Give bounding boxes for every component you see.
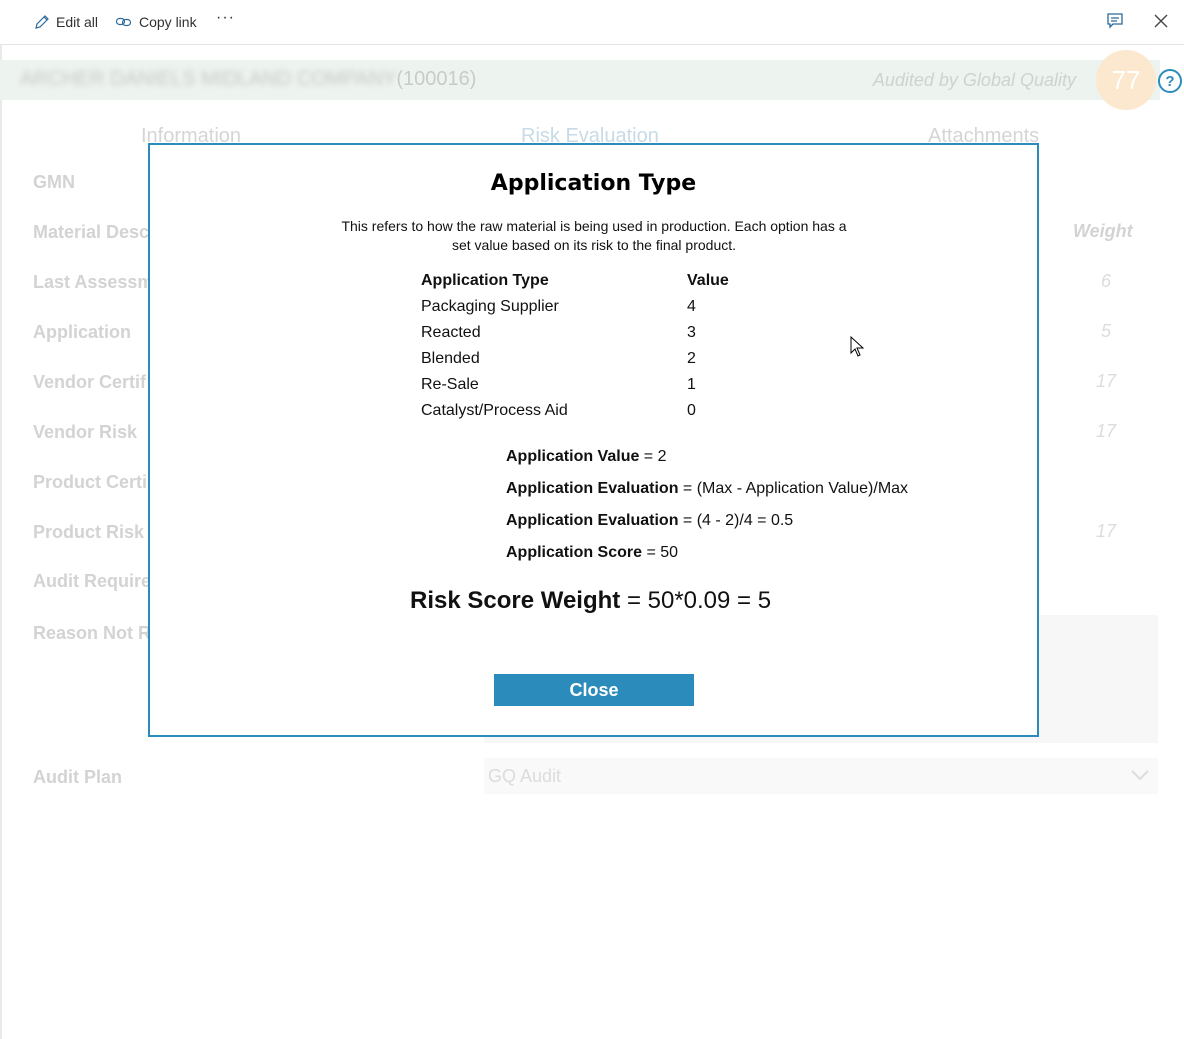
table-cell-value: 0 [687,402,696,419]
formula-expression: = 50 [642,544,679,561]
audit-plan-value: GQ Audit [488,766,562,786]
copy-link-label: Copy link [139,14,197,30]
pencil-icon [35,15,49,29]
formula-application-evaluation-computed: Application Evaluation = (4 - 2)/4 = 0.5 [506,512,793,530]
formula-expression: = (4 - 2)/4 = 0.5 [678,512,794,529]
field-label-vendor-certification: Vendor Certif [33,372,147,392]
field-label-material-description: Material Desc [33,222,150,242]
dialog-description: This refers to how the raw material is b… [341,218,847,253]
chevron-down-icon [1131,770,1149,781]
field-label-audit-plan: Audit Plan [33,767,122,787]
weight-column-header: Weight [1073,221,1133,241]
table-header-application-type: Application Type [421,272,549,289]
close-icon [1154,14,1168,28]
table-cell-value: 4 [687,298,696,315]
table-cell-value: 2 [687,350,696,367]
risk-score-weight-label: Risk Score Weight [410,587,621,614]
more-icon: ··· [216,9,235,26]
table-cell-type: Re-Sale [421,376,479,393]
more-options-button[interactable]: ··· [216,8,235,28]
formula-application-value: Application Value = 2 [506,448,667,466]
table-cell-value: 1 [687,376,696,393]
risk-score-weight-expression: = 50*0.09 = 5 [620,587,772,614]
company-name-blurred: ARCHER DANIELS MIDLAND COMPANY [20,68,397,90]
table-cell-type: Blended [421,350,480,367]
help-icon[interactable]: ? [1158,69,1182,93]
field-label-product-risk: Product Risk [33,522,145,542]
formula-label: Application Score [506,544,643,561]
risk-score-circle: 77 [1096,50,1156,110]
weight-vendor-risk: 17 [1096,421,1117,441]
company-name: ARCHER DANIELS MIDLAND COMPANY(100016) [20,68,476,91]
close-panel-button[interactable] [1152,12,1172,32]
weight-application: 5 [1100,321,1111,341]
formula-expression: = 2 [639,448,667,465]
company-banner: ARCHER DANIELS MIDLAND COMPANY(100016) A… [0,60,1160,100]
audit-plan-dropdown[interactable]: GQ Audit [484,758,1158,794]
formula-label: Application Value [506,448,640,465]
formula-expression: = (Max - Application Value)/Max [678,480,909,497]
table-cell-type: Catalyst/Process Aid [421,402,568,419]
weight-vendor-certification: 17 [1096,371,1117,391]
field-label-gmn: GMN [33,172,75,192]
field-label-audit-required: Audit Require [33,571,152,591]
link-icon [115,17,132,27]
formula-label: Application Evaluation [506,480,679,497]
edit-all-label: Edit all [56,14,99,30]
dialog-title: Application Type [490,171,697,196]
table-cell-value: 3 [687,324,696,341]
copy-link-button[interactable]: Copy link [115,12,197,32]
audited-by-label: Audited by Global Quality [872,70,1076,90]
company-id: (100016) [396,68,477,90]
comment-icon [1107,13,1123,29]
mouse-cursor-icon [850,336,865,357]
field-label-product-certification: Product Certi [33,472,148,492]
formula-application-score: Application Score = 50 [506,544,678,562]
formula-label: Application Evaluation [506,512,679,529]
field-label-last-assessment: Last Assessme [33,272,164,292]
table-cell-type: Reacted [421,324,481,341]
formula-application-evaluation-general: Application Evaluation = (Max - Applicat… [506,480,908,498]
field-label-reason-not-required: Reason Not R [33,623,152,643]
field-label-application: Application [33,322,131,342]
application-type-dialog: Application Type This refers to how the … [148,143,1039,737]
risk-score-weight: Risk Score Weight = 50*0.09 = 5 [410,587,771,615]
table-cell-type: Packaging Supplier [421,298,559,315]
field-label-vendor-risk: Vendor Risk [33,422,138,442]
close-button[interactable]: Close [494,674,694,706]
edit-all-button[interactable]: Edit all [34,12,98,32]
command-bar: Edit all Copy link ··· [0,0,1184,45]
comment-button[interactable] [1106,12,1126,32]
weight-last-assessment: 6 [1100,271,1111,291]
table-header-value: Value [687,272,729,289]
weight-product-risk: 17 [1096,521,1117,541]
